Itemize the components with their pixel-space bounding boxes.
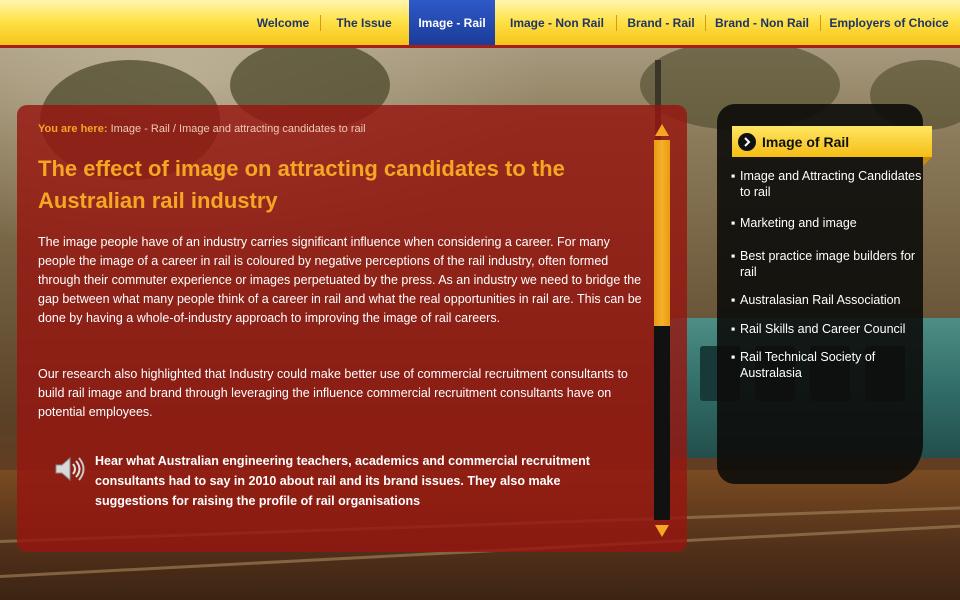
breadcrumb: You are here: Image - Rail / Image and a… — [38, 123, 638, 135]
nav-divider — [705, 15, 706, 31]
nav-item-image-non-rail[interactable]: Image - Non Rail — [500, 0, 614, 45]
bullet-icon: ▪ — [731, 169, 736, 183]
nav-item-brand-rail[interactable]: Brand - Rail — [619, 0, 703, 45]
nav-divider — [820, 15, 821, 31]
body-paragraph: Our research also highlighted that Indus… — [38, 367, 628, 419]
sidebar-item-australasian-rail-association[interactable]: ▪ Australasian Rail Association — [731, 292, 925, 308]
nav-item-brand-non-rail[interactable]: Brand - Non Rail — [708, 0, 816, 45]
nav-divider — [320, 15, 321, 31]
sidebar-header: Image of Rail — [732, 126, 932, 166]
scrollbar-track[interactable] — [654, 140, 670, 520]
nav-item-the-issue[interactable]: The Issue — [324, 0, 404, 45]
chevron-right-circle-icon — [738, 132, 756, 151]
scrollbar-thumb[interactable] — [654, 140, 670, 326]
sidebar-item-rail-skills-career-council[interactable]: ▪ Rail Skills and Career Council — [731, 321, 925, 337]
top-nav: Welcome The Issue Image - Rail Image - N… — [0, 0, 960, 48]
nav-divider — [616, 15, 617, 31]
bullet-icon: ▪ — [731, 249, 736, 263]
bullet-icon: ▪ — [731, 322, 736, 336]
scroll-down-button[interactable] — [655, 525, 669, 537]
sidebar-item-label: Best practice image builders for rail — [740, 249, 916, 279]
body-paragraph: The image people have of an industry car… — [38, 235, 642, 325]
content-panel: You are here: Image - Rail / Image and a… — [17, 105, 687, 552]
sidebar: Image of Rail ▪ Image and Attracting Can… — [717, 104, 932, 484]
sidebar-item-marketing-and-image[interactable]: ▪ Marketing and image — [731, 215, 925, 231]
sidebar-item-label: Image and Attracting Candidates to rail — [740, 169, 922, 199]
page: Welcome The Issue Image - Rail Image - N… — [0, 0, 960, 600]
sidebar-item-label: Rail Technical Society of Australasia — [740, 350, 876, 380]
bullet-icon: ▪ — [731, 350, 736, 364]
bullet-icon: ▪ — [731, 293, 736, 307]
speaker-icon[interactable] — [53, 453, 85, 485]
scroll-up-button[interactable] — [655, 124, 669, 136]
breadcrumb-path: Image - Rail / Image and attracting cand… — [110, 123, 366, 135]
sidebar-item-best-practice[interactable]: ▪ Best practice image builders for rail — [731, 248, 925, 280]
nav-item-welcome[interactable]: Welcome — [246, 0, 320, 45]
sidebar-item-rail-technical-society[interactable]: ▪ Rail Technical Society of Australasia — [731, 349, 925, 381]
sidebar-title: Image of Rail — [762, 133, 850, 150]
page-title: The effect of image on attracting candid… — [38, 156, 565, 213]
bullet-icon: ▪ — [731, 216, 736, 230]
nav-item-image-rail[interactable]: Image - Rail — [409, 0, 495, 45]
breadcrumb-prefix: You are here: — [38, 123, 108, 135]
nav-item-employers-of-choice[interactable]: Employers of Choice — [824, 0, 954, 45]
sidebar-item-image-and-attracting-candidates[interactable]: ▪ Image and Attracting Candidates to rai… — [731, 168, 925, 200]
sidebar-item-label: Rail Skills and Career Council — [740, 322, 906, 336]
sidebar-item-label: Australasian Rail Association — [740, 293, 901, 307]
sidebar-item-label: Marketing and image — [740, 216, 857, 230]
audio-callout[interactable]: Hear what Australian engineering teacher… — [95, 451, 635, 511]
